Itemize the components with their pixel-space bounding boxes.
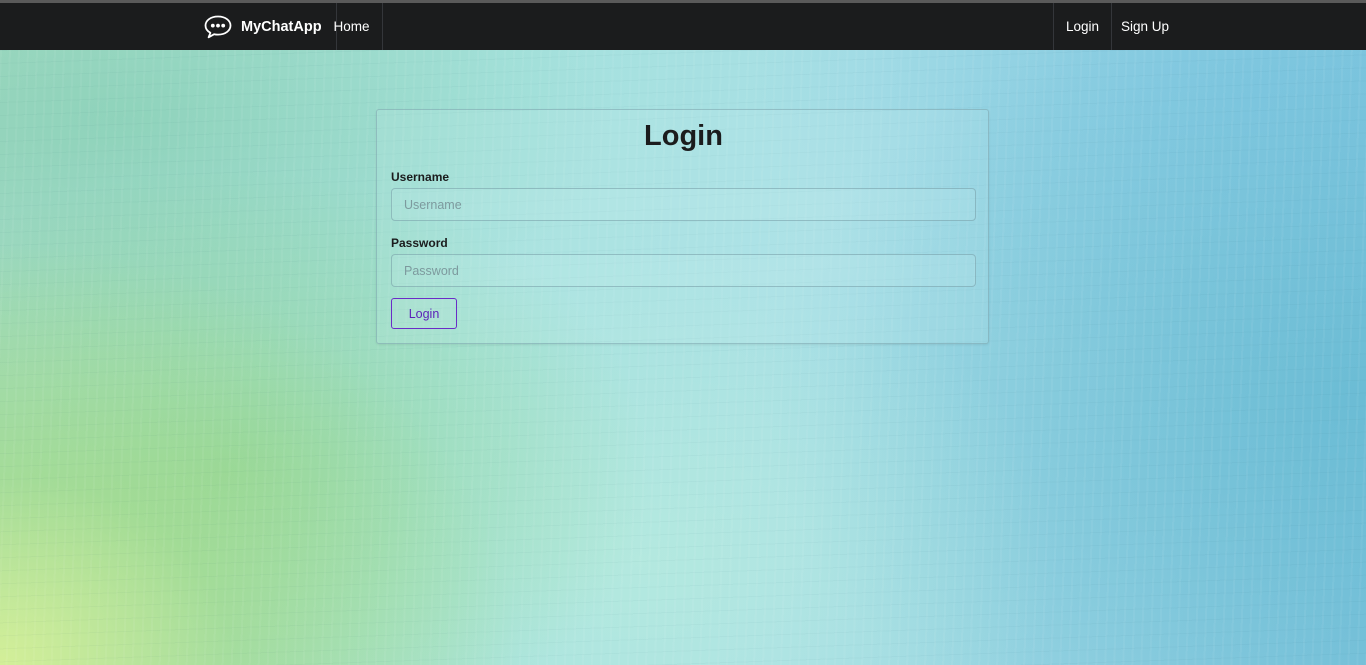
top-navbar: MyChatApp Home Login Sign Up (0, 3, 1366, 50)
brand-link[interactable]: MyChatApp (191, 3, 337, 50)
login-button[interactable]: Login (391, 298, 457, 329)
brand-name: MyChatApp (241, 18, 322, 35)
nav-home[interactable]: Home (321, 3, 383, 50)
nav-sign-up[interactable]: Sign Up (1111, 3, 1179, 50)
password-label: Password (391, 236, 448, 250)
nav-login[interactable]: Login (1053, 3, 1112, 50)
password-input[interactable] (391, 254, 976, 287)
username-input[interactable] (391, 188, 976, 221)
username-label: Username (391, 170, 450, 184)
form-title: Login (644, 120, 723, 152)
login-form: Login Username Password Login (376, 109, 989, 344)
chat-bubble-icon (204, 15, 232, 38)
